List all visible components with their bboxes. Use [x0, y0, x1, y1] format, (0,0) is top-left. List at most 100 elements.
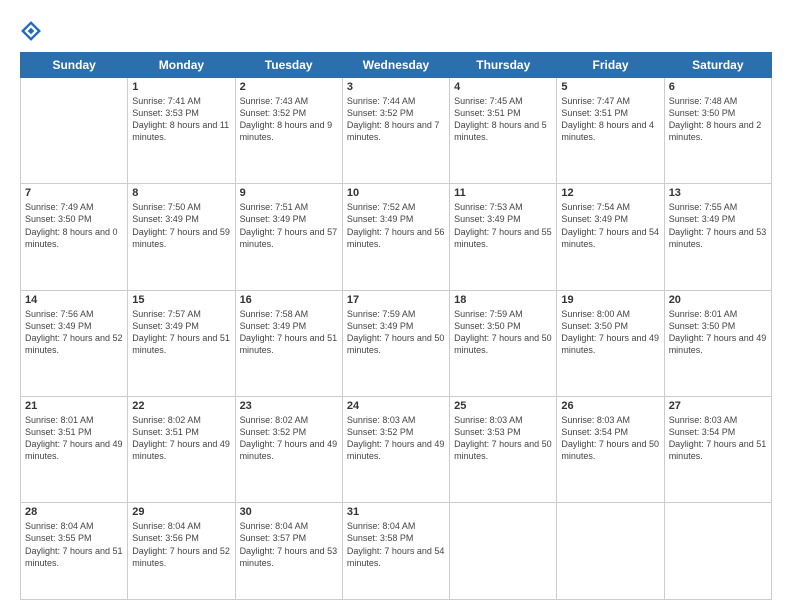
weekday-header-wednesday: Wednesday	[342, 53, 449, 78]
cell-details: Sunrise: 8:03 AMSunset: 3:54 PMDaylight:…	[669, 414, 767, 463]
calendar: SundayMondayTuesdayWednesdayThursdayFrid…	[20, 52, 772, 600]
cell-details: Sunrise: 7:54 AMSunset: 3:49 PMDaylight:…	[561, 201, 659, 250]
cell-details: Sunrise: 8:03 AMSunset: 3:54 PMDaylight:…	[561, 414, 659, 463]
calendar-cell: 10 Sunrise: 7:52 AMSunset: 3:49 PMDayligh…	[342, 184, 449, 290]
cell-details: Sunrise: 7:50 AMSunset: 3:49 PMDaylight:…	[132, 201, 230, 250]
day-number: 3	[347, 81, 445, 93]
cell-details: Sunrise: 7:58 AMSunset: 3:49 PMDaylight:…	[240, 308, 338, 357]
calendar-cell: 8 Sunrise: 7:50 AMSunset: 3:49 PMDaylight…	[128, 184, 235, 290]
cell-details: Sunrise: 7:43 AMSunset: 3:52 PMDaylight:…	[240, 95, 338, 144]
day-number: 15	[132, 294, 230, 306]
cell-details: Sunrise: 8:03 AMSunset: 3:53 PMDaylight:…	[454, 414, 552, 463]
day-number: 25	[454, 400, 552, 412]
cell-details: Sunrise: 7:53 AMSunset: 3:49 PMDaylight:…	[454, 201, 552, 250]
cell-details: Sunrise: 7:44 AMSunset: 3:52 PMDaylight:…	[347, 95, 445, 144]
cell-details: Sunrise: 8:04 AMSunset: 3:56 PMDaylight:…	[132, 520, 230, 569]
page: SundayMondayTuesdayWednesdayThursdayFrid…	[0, 0, 792, 612]
weekday-header-tuesday: Tuesday	[235, 53, 342, 78]
calendar-cell: 5 Sunrise: 7:47 AMSunset: 3:51 PMDaylight…	[557, 78, 664, 184]
calendar-cell	[664, 503, 771, 600]
calendar-cell: 11 Sunrise: 7:53 AMSunset: 3:49 PMDayligh…	[450, 184, 557, 290]
cell-details: Sunrise: 7:55 AMSunset: 3:49 PMDaylight:…	[669, 201, 767, 250]
day-number: 23	[240, 400, 338, 412]
cell-details: Sunrise: 7:56 AMSunset: 3:49 PMDaylight:…	[25, 308, 123, 357]
week-row-1: 1Sunrise: 7:41 AMSunset: 3:53 PMDaylight…	[21, 78, 772, 184]
cell-details: Sunrise: 8:04 AMSunset: 3:58 PMDaylight:…	[347, 520, 445, 569]
weekday-header-thursday: Thursday	[450, 53, 557, 78]
day-number: 7	[25, 187, 123, 199]
day-number: 20	[669, 294, 767, 306]
week-row-3: 14 Sunrise: 7:56 AMSunset: 3:49 PMDayligh…	[21, 290, 772, 396]
day-number: 12	[561, 187, 659, 199]
weekday-header-monday: Monday	[128, 53, 235, 78]
calendar-cell: 28 Sunrise: 8:04 AMSunset: 3:55 PMDayligh…	[21, 503, 128, 600]
calendar-cell: 20 Sunrise: 8:01 AMSunset: 3:50 PMDayligh…	[664, 290, 771, 396]
day-number: 21	[25, 400, 123, 412]
day-number: 30	[240, 506, 338, 518]
weekday-header-sunday: Sunday	[21, 53, 128, 78]
cell-details: Sunrise: 7:51 AMSunset: 3:49 PMDaylight:…	[240, 201, 338, 250]
calendar-cell: 16 Sunrise: 7:58 AMSunset: 3:49 PMDayligh…	[235, 290, 342, 396]
cell-details: Sunrise: 8:01 AMSunset: 3:50 PMDaylight:…	[669, 308, 767, 357]
day-number: 1	[132, 81, 230, 93]
calendar-cell: 1Sunrise: 7:41 AMSunset: 3:53 PMDaylight…	[128, 78, 235, 184]
day-number: 10	[347, 187, 445, 199]
calendar-cell: 21 Sunrise: 8:01 AMSunset: 3:51 PMDayligh…	[21, 396, 128, 502]
calendar-cell: 7Sunrise: 7:49 AMSunset: 3:50 PMDaylight…	[21, 184, 128, 290]
cell-details: Sunrise: 8:03 AMSunset: 3:52 PMDaylight:…	[347, 414, 445, 463]
week-row-4: 21 Sunrise: 8:01 AMSunset: 3:51 PMDayligh…	[21, 396, 772, 502]
day-number: 19	[561, 294, 659, 306]
cell-details: Sunrise: 8:02 AMSunset: 3:52 PMDaylight:…	[240, 414, 338, 463]
cell-details: Sunrise: 8:02 AMSunset: 3:51 PMDaylight:…	[132, 414, 230, 463]
cell-details: Sunrise: 7:52 AMSunset: 3:49 PMDaylight:…	[347, 201, 445, 250]
day-number: 4	[454, 81, 552, 93]
cell-details: Sunrise: 7:57 AMSunset: 3:49 PMDaylight:…	[132, 308, 230, 357]
calendar-cell: 18Sunrise: 7:59 AMSunset: 3:50 PMDayligh…	[450, 290, 557, 396]
calendar-cell: 29 Sunrise: 8:04 AMSunset: 3:56 PMDayligh…	[128, 503, 235, 600]
cell-details: Sunrise: 8:01 AMSunset: 3:51 PMDaylight:…	[25, 414, 123, 463]
calendar-cell: 31Sunrise: 8:04 AMSunset: 3:58 PMDayligh…	[342, 503, 449, 600]
cell-details: Sunrise: 8:04 AMSunset: 3:55 PMDaylight:…	[25, 520, 123, 569]
calendar-cell: 4 Sunrise: 7:45 AMSunset: 3:51 PMDaylight…	[450, 78, 557, 184]
day-number: 29	[132, 506, 230, 518]
calendar-cell: 30Sunrise: 8:04 AMSunset: 3:57 PMDayligh…	[235, 503, 342, 600]
weekday-header-saturday: Saturday	[664, 53, 771, 78]
calendar-cell: 25 Sunrise: 8:03 AMSunset: 3:53 PMDayligh…	[450, 396, 557, 502]
calendar-cell: 26 Sunrise: 8:03 AMSunset: 3:54 PMDayligh…	[557, 396, 664, 502]
day-number: 14	[25, 294, 123, 306]
calendar-cell: 27 Sunrise: 8:03 AMSunset: 3:54 PMDayligh…	[664, 396, 771, 502]
calendar-cell: 13Sunrise: 7:55 AMSunset: 3:49 PMDayligh…	[664, 184, 771, 290]
day-number: 27	[669, 400, 767, 412]
calendar-cell: 22Sunrise: 8:02 AMSunset: 3:51 PMDayligh…	[128, 396, 235, 502]
day-number: 24	[347, 400, 445, 412]
day-number: 5	[561, 81, 659, 93]
cell-details: Sunrise: 7:47 AMSunset: 3:51 PMDaylight:…	[561, 95, 659, 144]
logo	[20, 20, 44, 42]
weekday-header-friday: Friday	[557, 53, 664, 78]
day-number: 26	[561, 400, 659, 412]
calendar-cell	[450, 503, 557, 600]
calendar-cell: 14 Sunrise: 7:56 AMSunset: 3:49 PMDayligh…	[21, 290, 128, 396]
calendar-cell: 17Sunrise: 7:59 AMSunset: 3:49 PMDayligh…	[342, 290, 449, 396]
day-number: 16	[240, 294, 338, 306]
calendar-cell: 15 Sunrise: 7:57 AMSunset: 3:49 PMDayligh…	[128, 290, 235, 396]
cell-details: Sunrise: 7:45 AMSunset: 3:51 PMDaylight:…	[454, 95, 552, 144]
header	[20, 16, 772, 42]
calendar-cell: 24 Sunrise: 8:03 AMSunset: 3:52 PMDayligh…	[342, 396, 449, 502]
calendar-cell: 23 Sunrise: 8:02 AMSunset: 3:52 PMDayligh…	[235, 396, 342, 502]
day-number: 28	[25, 506, 123, 518]
day-number: 2	[240, 81, 338, 93]
calendar-cell: 6Sunrise: 7:48 AMSunset: 3:50 PMDaylight…	[664, 78, 771, 184]
day-number: 17	[347, 294, 445, 306]
day-number: 8	[132, 187, 230, 199]
calendar-cell: 19 Sunrise: 8:00 AMSunset: 3:50 PMDayligh…	[557, 290, 664, 396]
week-row-5: 28 Sunrise: 8:04 AMSunset: 3:55 PMDayligh…	[21, 503, 772, 600]
calendar-cell: 2 Sunrise: 7:43 AMSunset: 3:52 PMDaylight…	[235, 78, 342, 184]
cell-details: Sunrise: 8:00 AMSunset: 3:50 PMDaylight:…	[561, 308, 659, 357]
calendar-cell	[21, 78, 128, 184]
calendar-cell	[557, 503, 664, 600]
day-number: 9	[240, 187, 338, 199]
day-number: 11	[454, 187, 552, 199]
calendar-cell: 3 Sunrise: 7:44 AMSunset: 3:52 PMDaylight…	[342, 78, 449, 184]
day-number: 6	[669, 81, 767, 93]
